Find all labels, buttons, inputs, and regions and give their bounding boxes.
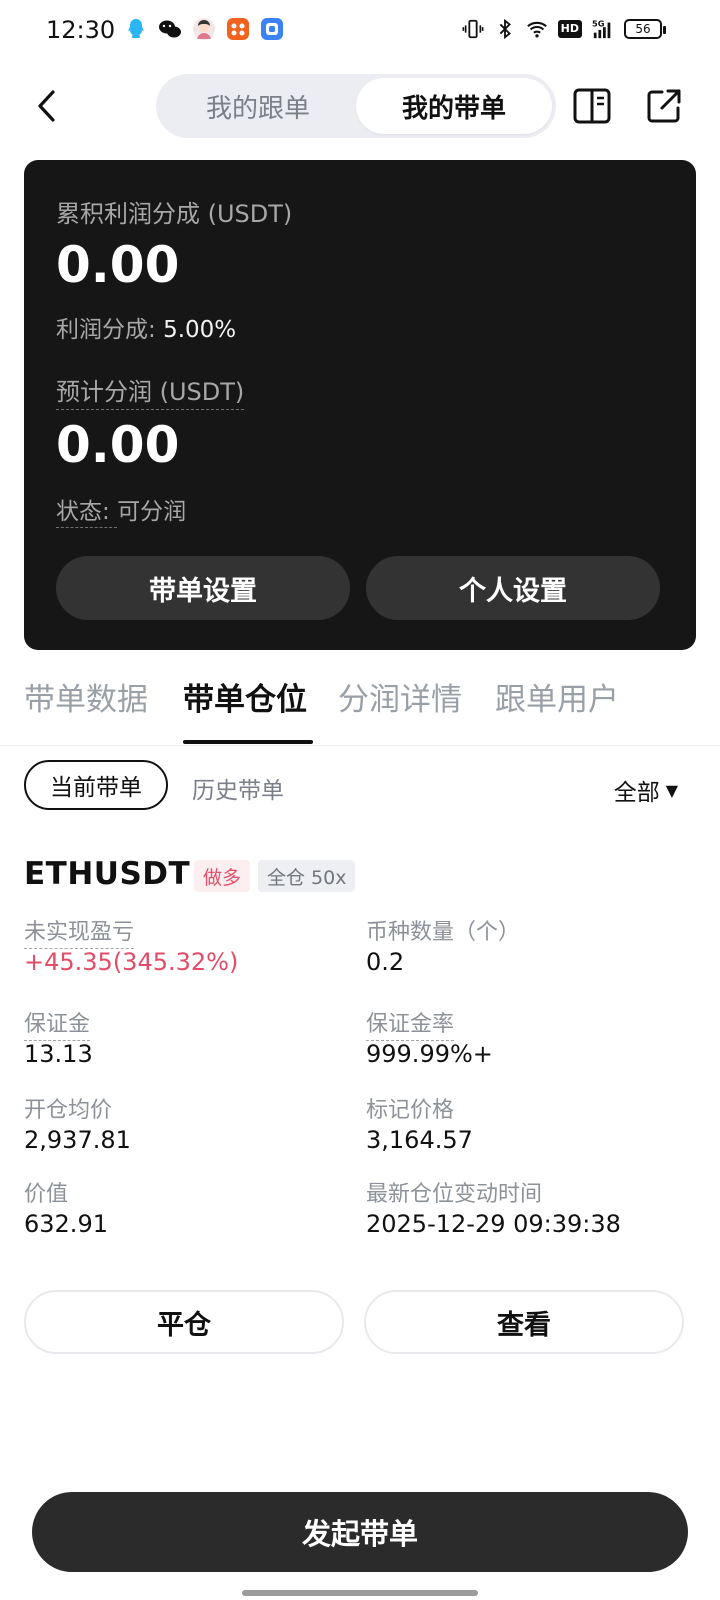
tab-share-details[interactable]: 分润详情 (338, 674, 462, 719)
signal-5g-icon: 5G (592, 18, 611, 39)
cumulative-profit-label: 累积利润分成 (USDT) (56, 200, 293, 228)
wechat-icon (159, 20, 181, 38)
status-value: 可分润 (117, 499, 187, 525)
book-icon (573, 88, 611, 124)
profit-share-card: 累积利润分成 (USDT) 0.00 利润分成: 5.00% 预计分润 (USD… (24, 160, 696, 650)
filter-dropdown[interactable]: 全部 ▼ (614, 773, 678, 807)
hd-badge: HD (557, 20, 582, 38)
status-indicators: HD 5G 56 (462, 18, 666, 40)
svg-text:5G: 5G (592, 18, 605, 28)
blue-app-icon (261, 18, 283, 40)
home-indicator[interactable] (242, 1590, 478, 1596)
last-update-value: 2025-12-29 09:39:38 (366, 1210, 621, 1238)
status-row: 状态: 可分润 (56, 492, 187, 528)
segmented-control: 我的跟单 我的带单 (156, 74, 556, 138)
margin-label[interactable]: 保证金 (24, 1006, 91, 1041)
status-label[interactable]: 状态: (56, 499, 118, 528)
profit-share-value: 5.00% (163, 317, 237, 343)
position-symbol: ETHUSDT (24, 856, 191, 892)
estimated-share-value: 0.00 (56, 416, 180, 474)
lead-settings-button[interactable]: 带单设置 (56, 556, 350, 620)
status-app-icons (124, 17, 284, 41)
tab-followers[interactable]: 跟单用户 (495, 674, 619, 719)
guide-book-button[interactable] (572, 86, 612, 126)
profit-share-row: 利润分成: 5.00% (56, 310, 236, 344)
tab-my-leading[interactable]: 我的带单 (356, 78, 552, 134)
wifi-icon (526, 21, 547, 38)
section-tabs: 带单数据 带单仓位 分润详情 跟单用户 (0, 660, 720, 746)
start-lead-button[interactable]: 发起带单 (32, 1492, 688, 1572)
tab-my-following[interactable]: 我的跟单 (160, 78, 356, 134)
back-button[interactable] (28, 86, 64, 126)
active-tab-indicator (183, 740, 313, 744)
vibrate-icon (462, 19, 484, 39)
share-icon (647, 89, 681, 123)
current-leads-pill[interactable]: 当前带单 (24, 760, 168, 810)
entry-price-label: 开仓均价 (24, 1098, 113, 1123)
personal-settings-button[interactable]: 个人设置 (366, 556, 660, 620)
quantity-label: 币种数量（个） (366, 920, 521, 945)
header: 我的跟单 我的带单 (0, 70, 720, 142)
profit-share-label: 利润分成: (56, 317, 164, 343)
battery-icon: 56 (624, 19, 666, 39)
estimated-share-label[interactable]: 预计分润 (USDT) (56, 372, 245, 410)
mark-price-label: 标记价格 (366, 1098, 455, 1123)
share-button[interactable] (644, 86, 684, 126)
status-time: 12:30 (46, 16, 116, 44)
mark-price-value: 3,164.57 (366, 1126, 473, 1154)
side-badge: 做多 (194, 860, 251, 892)
quantity-value: 0.2 (366, 948, 405, 976)
unrealized-pnl-value: +45.35(345.32%) (24, 948, 239, 976)
margin-value: 13.13 (24, 1040, 93, 1068)
close-position-button[interactable]: 平仓 (24, 1290, 344, 1354)
bluetooth-icon (499, 18, 511, 40)
last-update-label: 最新仓位变动时间 (366, 1182, 543, 1207)
unrealized-pnl-label[interactable]: 未实现盈亏 (24, 914, 135, 949)
filter-label: 全部 (613, 780, 660, 806)
status-bar: 12:30 HD 5G 56 (0, 0, 720, 64)
avatar-app-icon (193, 18, 215, 40)
view-position-button[interactable]: 查看 (364, 1290, 684, 1354)
margin-ratio-label[interactable]: 保证金率 (366, 1006, 455, 1041)
position-value-value: 632.91 (24, 1210, 108, 1238)
position-value-label: 价值 (24, 1182, 69, 1207)
qq-icon (128, 19, 144, 38)
cumulative-profit-value: 0.00 (56, 236, 180, 294)
caret-down-icon: ▼ (665, 780, 678, 800)
orange-app-icon (227, 18, 249, 40)
entry-price-value: 2,937.81 (24, 1126, 131, 1154)
margin-ratio-value: 999.99%+ (366, 1040, 493, 1068)
history-leads-tab[interactable]: 历史带单 (192, 771, 284, 805)
back-arrow-icon (38, 90, 55, 122)
tab-lead-data[interactable]: 带单数据 (24, 674, 148, 719)
tab-lead-positions[interactable]: 带单仓位 (183, 674, 307, 719)
margin-mode-badge: 全仓 50x (258, 860, 356, 892)
